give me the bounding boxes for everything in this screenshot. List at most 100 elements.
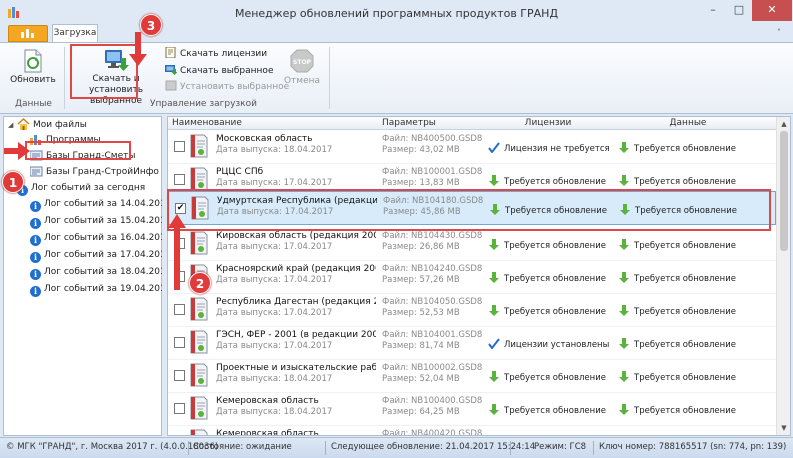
tree-item-log[interactable]: i Лог событий за 14.04.2017 xyxy=(30,196,171,212)
row-license-status: Требуется обновление xyxy=(488,175,606,187)
tree-label: Лог событий за 14.04.2017 xyxy=(44,199,172,209)
row-checkbox[interactable] xyxy=(174,271,185,282)
row-checkbox[interactable] xyxy=(174,304,185,315)
stop-text: STOP xyxy=(293,59,312,66)
table-row[interactable]: Московская область Дата выпуска: 18.04.20… xyxy=(168,130,776,164)
install-selected-label: Установить выбранное xyxy=(180,82,290,92)
vertical-scrollbar[interactable]: ▲ ▼ xyxy=(776,117,790,435)
database-book-icon xyxy=(189,362,209,388)
column-header-name[interactable]: Наименование xyxy=(172,118,242,128)
tree-item-my-files[interactable]: ◢ Мои файлы xyxy=(8,117,87,133)
tree-item-log[interactable]: i Лог событий за 15.04.2017 xyxy=(30,213,171,229)
row-data-status: Требуется обновление xyxy=(618,175,736,187)
row-date: Дата выпуска: 17.04.2017 xyxy=(216,275,333,285)
tree-item-bases-grand-smeta[interactable]: Базы Гранд-Сметы xyxy=(29,148,136,164)
download-install-label-1: Скачать и установить xyxy=(88,74,144,95)
row-license-status: Требуется обновление xyxy=(488,239,606,251)
table-row[interactable]: ✔ Удмуртская Республика (редакция 2009 г.… xyxy=(168,191,776,225)
maximize-button[interactable]: □ xyxy=(726,0,752,21)
minimize-button[interactable]: – xyxy=(700,0,726,21)
row-license-text: Требуется обновление xyxy=(504,373,606,383)
cancel-label: Отмена xyxy=(283,76,321,86)
table-row[interactable]: ГЭСН, ФЕР - 2001 (в редакции 2009 г. с И… xyxy=(168,326,776,360)
file-tree[interactable]: ◢ Мои файлы Программы Базы Гранд-Сметы Ба… xyxy=(3,116,171,436)
update-arrow-icon xyxy=(618,404,630,415)
row-file: Файл: NB100002.GSD8 xyxy=(382,363,483,373)
scroll-thumb[interactable] xyxy=(780,131,788,251)
row-data-text: Требуется обновление xyxy=(634,373,736,383)
row-file: Файл: NB104050.GSD8 xyxy=(382,297,483,307)
row-checkbox[interactable] xyxy=(174,174,185,185)
status-separator xyxy=(593,441,594,455)
tree-item-log[interactable]: i Лог событий за 17.04.2017 xyxy=(30,247,171,263)
row-date: Дата выпуска: 17.04.2017 xyxy=(216,178,333,188)
table-row[interactable]: Республика Дагестан (редакция 2009 г.)Да… xyxy=(168,293,776,327)
database-book-icon xyxy=(189,133,209,159)
download-licenses-button[interactable]: Скачать лицензии xyxy=(165,46,267,61)
table-row[interactable]: Кемеровская область Дата выпуска: 18.04.2… xyxy=(168,392,776,426)
ribbon-collapse-icon[interactable]: ˄ xyxy=(777,28,781,37)
cancel-button[interactable]: STOP Отмена xyxy=(282,47,322,87)
table-row[interactable]: Проектные и изыскательские работыДата вы… xyxy=(168,359,776,393)
status-key: Ключ номер: 788165517 (sn: 774, pn: 139) xyxy=(599,442,787,452)
table-row[interactable]: Красноярский край (редакция 2009 г.)Дата… xyxy=(168,260,776,294)
row-file: Файл: NB100001.GSD8 xyxy=(382,167,483,177)
tree-label: Лог событий за 18.04.2017 xyxy=(44,267,172,277)
refresh-button[interactable]: Обновить xyxy=(6,47,60,86)
tree-item-log[interactable]: i Лог событий за 16.04.2017 xyxy=(30,230,171,246)
row-checkbox[interactable] xyxy=(174,141,185,152)
tab-download[interactable]: Загрузка xyxy=(52,24,98,43)
row-checkbox[interactable] xyxy=(174,403,185,414)
row-data-status: Требуется обновление xyxy=(619,204,737,216)
row-name: Московская область xyxy=(216,134,313,144)
row-checkbox[interactable] xyxy=(174,238,185,249)
tree-label: Базы Гранд-СтройИнфо xyxy=(46,167,159,177)
row-date: Дата выпуска: 18.04.2017 xyxy=(216,407,333,417)
info-icon: i xyxy=(30,235,41,246)
row-license-text: Требуется обновление xyxy=(504,406,606,416)
expander-icon[interactable]: ◢ xyxy=(8,117,17,133)
database-book-icon xyxy=(189,166,209,192)
tree-label: Базы Гранд-Сметы xyxy=(46,151,136,161)
column-header-licenses[interactable]: Лицензии xyxy=(488,118,608,128)
info-icon: i xyxy=(30,218,41,229)
ribbon-tabs: Загрузка ˄ xyxy=(0,24,793,43)
row-license-text: Требуется обновление xyxy=(504,177,606,187)
table-row[interactable]: Кемеровская областьФайл: NB400420.GSD8Ли… xyxy=(168,425,776,436)
scroll-down-icon[interactable]: ▼ xyxy=(777,421,790,435)
row-name: Удмуртская Республика (редакция 2009 г.) xyxy=(217,196,377,206)
row-checkbox[interactable] xyxy=(174,370,185,381)
row-data-text: Требуется обновление xyxy=(634,340,736,350)
download-install-icon xyxy=(105,50,129,71)
info-icon: i xyxy=(30,286,41,297)
tree-item-log-today[interactable]: ◢iЛог событий за сегодня xyxy=(8,180,145,196)
download-selected-label: Скачать выбранное xyxy=(180,66,274,76)
license-icon xyxy=(165,46,177,59)
row-checkbox[interactable] xyxy=(174,337,185,348)
column-header-params[interactable]: Параметры xyxy=(382,118,436,128)
row-size: Размер: 13,83 MB xyxy=(382,178,460,188)
database-book-icon xyxy=(189,395,209,421)
tree-label: Лог событий за 17.04.2017 xyxy=(44,250,172,260)
row-license-status: Требуется обновление xyxy=(488,404,606,416)
close-button[interactable]: ✕ xyxy=(752,0,792,21)
column-header-data[interactable]: Данные xyxy=(618,118,758,128)
tree-label: Лог событий за 15.04.2017 xyxy=(44,216,172,226)
tree-item-log[interactable]: i Лог событий за 18.04.2017 xyxy=(30,264,171,280)
tree-item-programs[interactable]: Программы xyxy=(30,132,101,148)
install-selected-button[interactable]: Установить выбранное xyxy=(165,80,289,94)
update-arrow-icon xyxy=(488,175,500,186)
row-checkbox[interactable]: ✔ xyxy=(175,203,186,214)
table-row[interactable]: Кировская область (редакция 2009 г.)Дата… xyxy=(168,227,776,261)
download-install-button[interactable]: Скачать и установить выбранное xyxy=(70,47,162,107)
row-file: Файл: NB400420.GSD8 xyxy=(382,429,483,436)
update-arrow-icon xyxy=(618,239,630,250)
install-icon xyxy=(165,80,177,91)
tree-item-bases-grand-stroyinfo[interactable]: Базы Гранд-СтройИнфо xyxy=(29,164,159,180)
app-menu-tab[interactable] xyxy=(8,25,48,42)
tree-item-log[interactable]: i Лог событий за 19.04.2017 xyxy=(30,281,171,297)
row-license-text: Лицензия не требуется xyxy=(504,144,610,154)
info-icon: i xyxy=(30,201,41,212)
scroll-up-icon[interactable]: ▲ xyxy=(777,117,790,131)
download-selected-button[interactable]: Скачать выбранное xyxy=(165,64,273,78)
